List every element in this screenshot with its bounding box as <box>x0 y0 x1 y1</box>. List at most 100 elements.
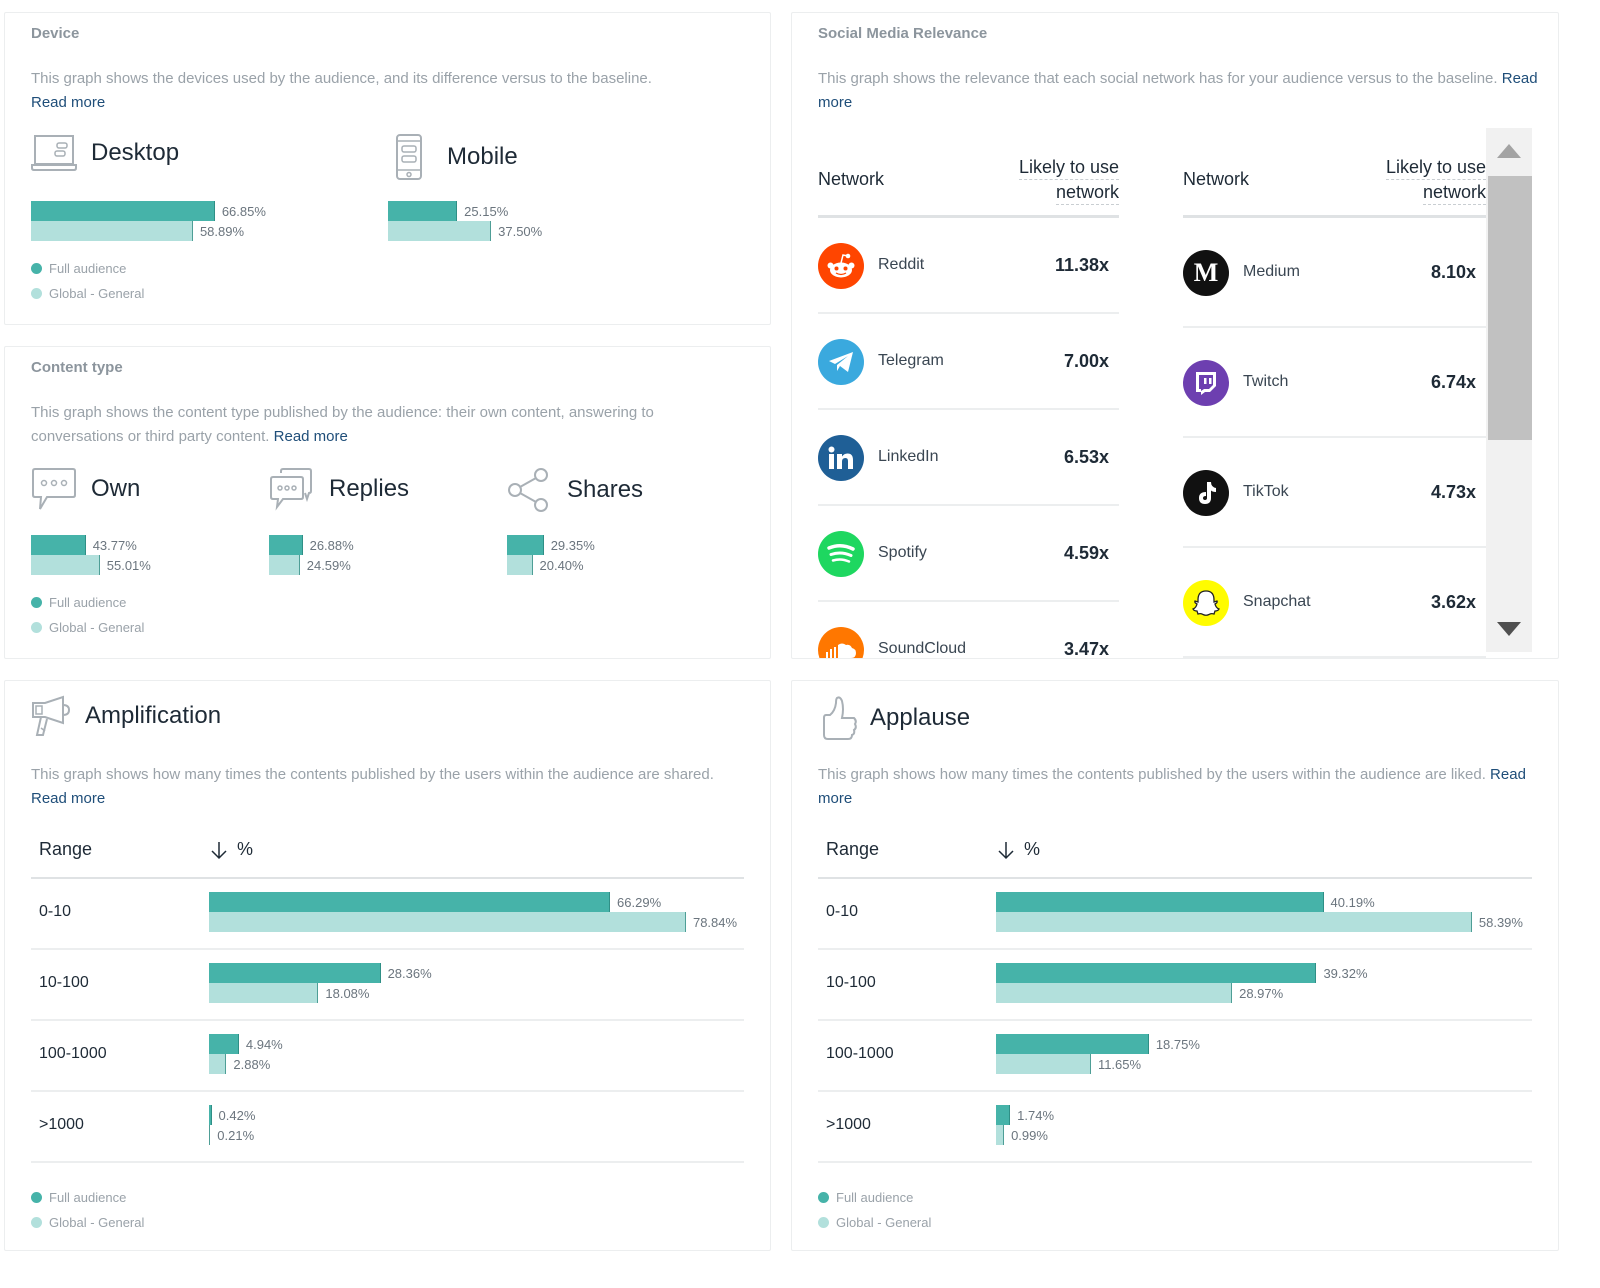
global-general-value: 18.08% <box>325 986 370 1001</box>
likely-to-use-value: 3.47x <box>1063 639 1109 659</box>
social-scrollbar[interactable] <box>1486 128 1532 652</box>
range-label: >1000 <box>39 1116 84 1133</box>
scroll-up-button[interactable] <box>1486 128 1532 174</box>
full-audience-value: 4.94% <box>245 1037 283 1052</box>
social-media-card: Social Media Relevance This graph shows … <box>791 12 1559 659</box>
range-label: 0-10 <box>39 903 72 920</box>
global-general-bar <box>996 1054 1091 1074</box>
global-general-bar <box>209 983 319 1003</box>
range-label: 0-10 <box>826 903 859 920</box>
legend-full-audience: Full audience <box>31 590 144 615</box>
triangle-down-icon <box>1497 622 1521 636</box>
twitch-logo-icon <box>1183 360 1229 406</box>
legend-full-audience: Full audience <box>818 1185 931 1210</box>
social-title: Social Media Relevance <box>818 25 988 42</box>
social-rows-right: M Medium 8.10x Twitch 6.74x TikTok 4.73x Snapch… <box>1183 218 1486 658</box>
range-label: 100-1000 <box>39 1045 107 1062</box>
content-type-legend: Full audience Global - General <box>31 590 144 640</box>
social-table-right: Network Likely to use network M Medium 8.1… <box>1183 153 1486 658</box>
telegram-logo-icon <box>818 339 864 385</box>
content-type-description: This graph shows the content type publis… <box>31 404 654 445</box>
applause-description: This graph shows how many times the cont… <box>818 766 1526 807</box>
social-table-left: Network Likely to use network Reddit 11.3… <box>818 153 1119 659</box>
device-read-more-link[interactable]: Read more <box>31 94 105 111</box>
likely-to-use-value: 3.62x <box>1430 592 1476 612</box>
full-audience-bar <box>209 963 381 983</box>
global-general-bar <box>31 221 193 241</box>
network-name: LinkedIn <box>878 448 939 465</box>
social-table-header: Network Likely to use network <box>1183 153 1486 218</box>
replies-label: Replies <box>329 475 410 502</box>
scroll-down-button[interactable] <box>1486 606 1532 652</box>
global-general-value: 58.39% <box>1478 915 1523 930</box>
applause-title: Applause <box>870 704 971 731</box>
linkedin-logo-icon <box>818 435 864 481</box>
social-row-medium: M Medium 8.10x <box>1183 218 1486 328</box>
share-icon <box>508 468 548 512</box>
social-row-telegram: Telegram 7.00x <box>818 314 1119 410</box>
full-audience-bar <box>996 1105 1011 1125</box>
likely-to-use-value: 11.38x <box>1054 255 1109 275</box>
own-label: Own <box>91 475 141 502</box>
content-type-read-more-link[interactable]: Read more <box>274 428 348 445</box>
mobile-header: Mobile <box>395 133 518 181</box>
legend-full-audience: Full audience <box>31 1185 144 1210</box>
amplification-legend: Full audience Global - General <box>31 1185 144 1235</box>
col-percent-sort[interactable]: % <box>209 839 253 860</box>
network-name: Medium <box>1243 263 1300 280</box>
global-general-value: 37.50% <box>498 224 543 239</box>
social-row-spotify: Spotify 4.59x <box>818 506 1119 602</box>
amplification-read-more-link[interactable]: Read more <box>31 790 105 807</box>
full-audience-value: 29.35% <box>550 538 595 553</box>
global-general-bar <box>269 555 300 575</box>
likely-to-use-value: 8.10x <box>1430 262 1476 282</box>
replies-header: Replies <box>269 467 409 511</box>
col-percent-sort[interactable]: % <box>996 839 1040 860</box>
global-general-bar <box>507 555 533 575</box>
applause-header: Applause <box>822 695 970 741</box>
full-audience-value: 25.15% <box>464 204 509 219</box>
legend-global-general: Global - General <box>818 1210 931 1235</box>
range-label: 10-100 <box>826 974 876 991</box>
megaphone-icon <box>32 695 71 736</box>
social-description: This graph shows the relevance that each… <box>818 70 1538 111</box>
col-range: Range <box>39 839 93 859</box>
social-table-header: Network Likely to use network <box>818 153 1119 218</box>
triangle-up-icon <box>1497 144 1521 158</box>
amplification-description: This graph shows how many times the cont… <box>31 766 714 807</box>
col-likely-to-use[interactable]: Likely to use network <box>1385 155 1486 205</box>
global-general-bar <box>996 983 1233 1003</box>
scroll-thumb[interactable] <box>1488 176 1532 440</box>
desktop-label: Desktop <box>91 139 180 166</box>
global-general-bar <box>209 1125 211 1145</box>
global-general-dot <box>31 622 42 633</box>
full-audience-value: 18.75% <box>1155 1037 1200 1052</box>
network-name: Spotify <box>878 544 927 561</box>
full-audience-dot <box>31 1192 42 1203</box>
global-general-value: 55.01% <box>106 558 151 573</box>
social-row-twitch: Twitch 6.74x <box>1183 328 1486 438</box>
amplification-table-header: Range % <box>31 829 744 879</box>
global-general-value: 11.65% <box>1097 1057 1142 1072</box>
arrow-down-icon <box>998 841 1014 859</box>
applause-legend: Full audience Global - General <box>818 1185 931 1235</box>
social-row-tiktok: TikTok 4.73x <box>1183 438 1486 548</box>
network-name: SoundCloud <box>878 640 967 657</box>
content-type-card: Content type This graph shows the conten… <box>4 346 771 659</box>
mobile-icon <box>396 134 422 180</box>
col-likely-to-use[interactable]: Likely to use network <box>1018 155 1119 205</box>
full-audience-value: 43.77% <box>92 538 137 553</box>
social-rows-left: Reddit 11.38x Telegram 7.00x LinkedIn 6.53x Sp… <box>818 218 1119 659</box>
col-network: Network <box>1183 169 1250 189</box>
device-legend: Full audience Global - General <box>31 256 144 306</box>
full-audience-bar <box>996 1034 1149 1054</box>
speech-bubble-icon <box>32 468 76 510</box>
full-audience-bar <box>996 892 1324 912</box>
own-header: Own <box>31 467 140 511</box>
full-audience-dot <box>31 263 42 274</box>
arrow-down-icon <box>211 841 227 859</box>
device-description: This graph shows the devices used by the… <box>31 70 652 111</box>
mobile-label: Mobile <box>447 143 518 170</box>
social-row-snapchat: Snapchat 3.62x <box>1183 548 1486 658</box>
table-row: 10-100 28.36% 18.08% <box>31 950 744 1021</box>
